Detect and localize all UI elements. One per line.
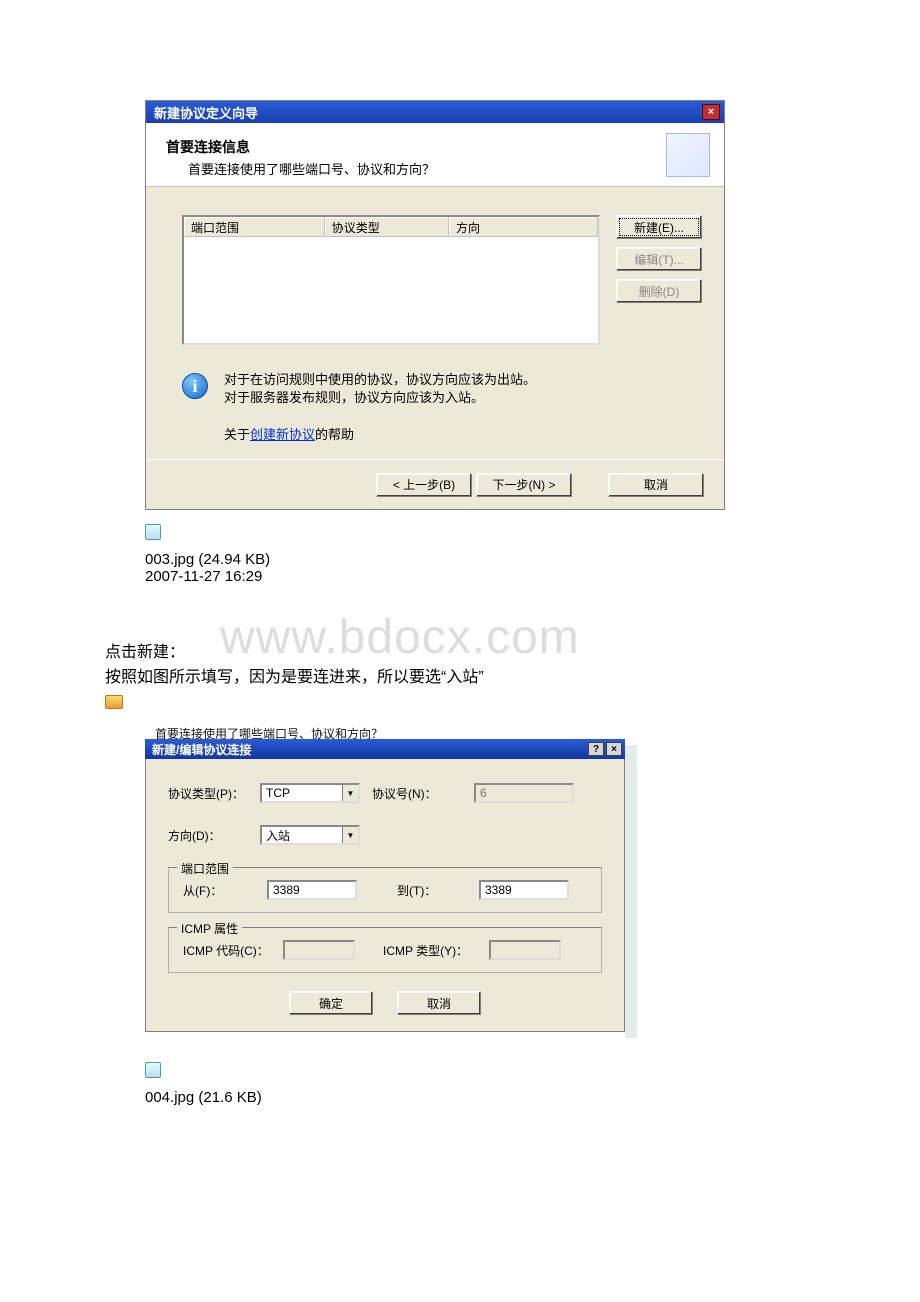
col-direction: 方向 [449,217,598,236]
protocol-type-label: 协议类型(P)： [168,785,248,802]
image-caption-2: 004.jpg (21.6 KB) [145,1089,815,1106]
instruction-line-2: 按照如图所示填写，因为是要连进来，所以要选“入站” [105,666,815,691]
instruction-line-1: 点击新建： [105,641,815,666]
info-line-1: 对于在访问规则中使用的协议，协议方向应该为出站。 [224,371,536,389]
wizard-subtitle: 首要连接信息 [166,137,435,157]
protocol-type-select[interactable]: TCP ▼ [260,783,360,803]
help-link[interactable]: 创建新协议 [250,427,315,442]
wizard-dialog: 新建协议定义向导 × 首要连接信息 首要连接使用了哪些端口号、协议和方向？ 端口… [145,100,725,510]
port-to-label: 到(T)： [397,882,467,899]
zoom-icon[interactable] [145,524,161,540]
chevron-down-icon: ▼ [342,785,358,801]
port-range-group: 端口范围 从(F)： 3389 到(T)： 3389 [168,867,602,913]
dialog-title: 新建/编辑协议连接 [148,741,251,758]
ok-button[interactable]: 确定 [289,991,373,1015]
col-port: 端口范围 [184,217,325,236]
cancel-button[interactable]: 取消 [397,991,481,1015]
protocol-connection-dialog: 新建/编辑协议连接 ? × 协议类型(P)： TCP ▼ 协议号(N)： 6 [145,739,625,1032]
wizard-title: 新建协议定义向导 [150,103,258,122]
help-icon[interactable]: ? [588,742,604,756]
protocol-number-field: 6 [474,783,574,803]
dialog-titlebar: 新建/编辑协议连接 ? × [145,739,625,759]
cancel-button[interactable]: 取消 [608,473,704,497]
inline-icon [105,695,123,709]
close-icon[interactable]: × [606,742,622,756]
wizard-header-icon [666,133,710,177]
help-line: 关于创建新协议的帮助 [182,424,702,443]
edit-button[interactable]: 编辑(T)... [616,247,702,271]
connections-listbox[interactable]: 端口范围 协议类型 方向 [182,215,600,345]
port-range-legend: 端口范围 [177,860,233,877]
col-protocol: 协议类型 [325,217,449,236]
icmp-type-label: ICMP 类型(Y)： [383,942,477,959]
delete-button[interactable]: 删除(D) [616,279,702,303]
icmp-code-field [283,940,355,960]
wizard-titlebar: 新建协议定义向导 × [146,101,724,123]
chevron-down-icon: ▼ [342,827,358,843]
icmp-group: ICMP 属性 ICMP 代码(C)： ICMP 类型(Y)： [168,927,602,973]
info-icon: i [182,373,208,399]
zoom-icon[interactable] [145,1062,161,1078]
back-button[interactable]: < 上一步(B) [376,473,472,497]
info-line-2: 对于服务器发布规则，协议方向应该为入站。 [224,389,536,407]
close-icon[interactable]: × [702,104,720,120]
new-button[interactable]: 新建(E)... [616,215,702,239]
port-from-label: 从(F)： [183,882,255,899]
protocol-number-label: 协议号(N)： [372,785,462,802]
icmp-legend: ICMP 属性 [177,920,242,937]
port-to-field[interactable]: 3389 [479,880,569,900]
next-button[interactable]: 下一步(N) > [476,473,572,497]
image-caption-1: 003.jpg (24.94 KB) [145,551,815,568]
icmp-code-label: ICMP 代码(C)： [183,942,271,959]
icmp-type-field [489,940,561,960]
wizard-description: 首要连接使用了哪些端口号、协议和方向？ [166,159,435,178]
port-from-field[interactable]: 3389 [267,880,357,900]
wizard-header: 首要连接信息 首要连接使用了哪些端口号、协议和方向？ [146,123,724,187]
direction-select[interactable]: 入站 ▼ [260,825,360,845]
image-timestamp-1: 2007-11-27 16:29 [145,568,815,585]
direction-label: 方向(D)： [168,827,248,844]
